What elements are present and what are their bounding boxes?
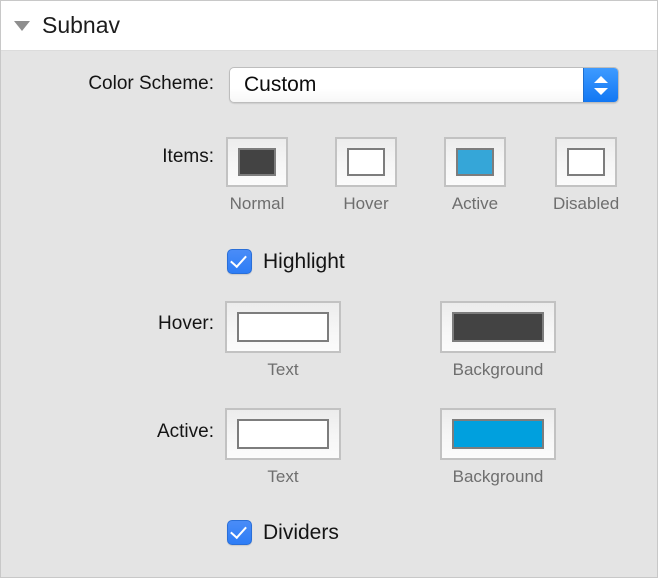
subnav-settings-panel: Subnav Color Scheme: Custom Items: Norma… <box>0 0 658 578</box>
swatch-caption: Active <box>451 194 499 213</box>
color-well[interactable] <box>555 137 618 187</box>
active-label: Active: <box>156 421 214 442</box>
swatch-caption: Background <box>452 360 544 379</box>
swatch-caption: Text <box>267 467 299 486</box>
color-well[interactable] <box>335 137 397 187</box>
triangle-down-icon[interactable] <box>14 20 30 31</box>
chevron-down-icon[interactable] <box>594 87 608 95</box>
active-swatch-text[interactable]: Text <box>225 408 341 487</box>
items-label-wrap: Items: <box>1 146 214 168</box>
color-fill <box>237 312 329 342</box>
check-icon <box>230 521 247 540</box>
items-swatch-active[interactable]: Active <box>444 137 506 214</box>
color-scheme-value: Custom <box>244 73 317 96</box>
color-well[interactable] <box>440 408 556 460</box>
color-scheme-label: Color Scheme: <box>88 73 214 94</box>
swatch-caption: Background <box>452 467 544 486</box>
swatch-caption: Text <box>267 360 299 379</box>
hover-swatch-text[interactable]: Text <box>225 301 341 380</box>
hover-swatch-background[interactable]: Background <box>440 301 556 380</box>
items-label: Items: <box>162 146 214 167</box>
color-well[interactable] <box>225 408 341 460</box>
dividers-checkbox[interactable] <box>227 520 252 545</box>
color-fill <box>452 419 544 449</box>
page-title: Subnav <box>42 12 121 38</box>
hover-label: Hover: <box>158 313 214 334</box>
color-scheme-select-wrap: Custom <box>229 67 619 103</box>
color-well[interactable] <box>444 137 506 187</box>
color-scheme-label-wrap: Color Scheme: <box>1 73 214 95</box>
swatch-caption: Normal <box>229 194 285 213</box>
color-fill <box>238 148 276 176</box>
highlight-checkbox[interactable] <box>227 249 252 274</box>
dividers-label: Dividers <box>263 520 339 544</box>
color-fill <box>237 419 329 449</box>
items-swatch-normal[interactable]: Normal <box>226 137 288 214</box>
color-fill <box>456 148 494 176</box>
color-well[interactable] <box>440 301 556 353</box>
color-scheme-select[interactable]: Custom <box>229 67 619 103</box>
color-well[interactable] <box>225 301 341 353</box>
check-icon <box>230 250 247 269</box>
active-label-wrap: Active: <box>1 421 214 443</box>
color-fill <box>452 312 544 342</box>
highlight-checkbox-row[interactable]: Highlight <box>227 249 345 274</box>
items-swatch-disabled[interactable]: Disabled <box>553 137 619 214</box>
items-swatch-hover[interactable]: Hover <box>335 137 397 214</box>
active-swatch-background[interactable]: Background <box>440 408 556 487</box>
color-fill <box>347 148 385 176</box>
dividers-checkbox-row[interactable]: Dividers <box>227 520 339 545</box>
hover-label-wrap: Hover: <box>1 313 214 335</box>
color-fill <box>567 148 606 176</box>
section-header-subnav[interactable]: Subnav <box>1 1 657 51</box>
highlight-label: Highlight <box>263 249 345 273</box>
swatch-caption: Hover <box>343 194 389 213</box>
chevron-up-icon[interactable] <box>594 75 608 83</box>
color-well[interactable] <box>226 137 288 187</box>
color-scheme-stepper[interactable] <box>583 68 618 102</box>
swatch-caption: Disabled <box>553 194 620 213</box>
